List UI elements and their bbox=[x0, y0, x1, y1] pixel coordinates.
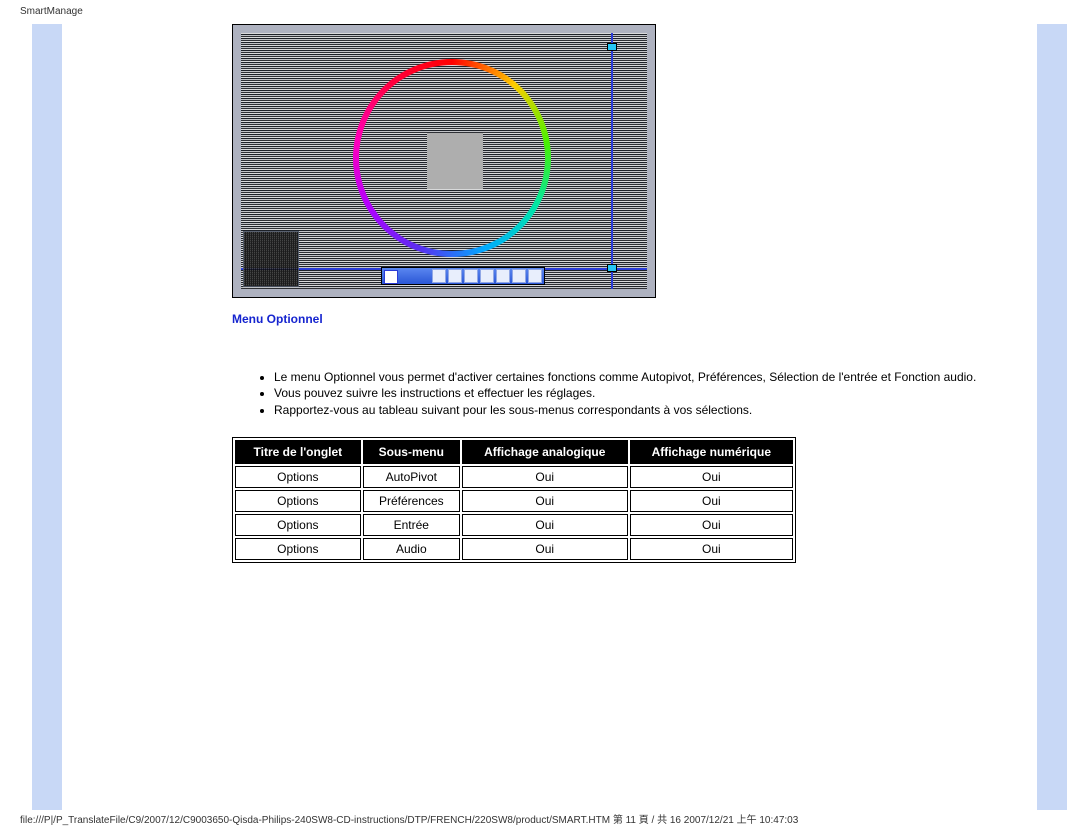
cell: Oui bbox=[630, 538, 793, 560]
cell: Oui bbox=[462, 538, 628, 560]
footer-path: file:///P|/P_TranslateFile/C9/2007/12/C9… bbox=[20, 811, 1066, 826]
table-row: Options AutoPivot Oui Oui bbox=[235, 466, 793, 488]
col-header: Affichage analogique bbox=[462, 440, 628, 464]
marker-bottom-icon bbox=[607, 264, 617, 272]
language-toolbar[interactable] bbox=[381, 267, 545, 285]
toolbar-icon[interactable] bbox=[448, 269, 462, 283]
note-item: Rapportez-vous au tableau suivant pour l… bbox=[274, 403, 982, 417]
cell: Oui bbox=[462, 514, 628, 536]
cell: Oui bbox=[630, 514, 793, 536]
page-title: SmartManage bbox=[20, 6, 83, 17]
left-margin-stripe bbox=[32, 24, 62, 810]
cell: Options bbox=[235, 514, 361, 536]
cell: Options bbox=[235, 466, 361, 488]
toolbar-icon[interactable] bbox=[464, 269, 478, 283]
toolbar-icon[interactable] bbox=[432, 269, 446, 283]
table-row: Options Préférences Oui Oui bbox=[235, 490, 793, 512]
table-header-row: Titre de l'onglet Sous-menu Affichage an… bbox=[235, 440, 793, 464]
cell: Options bbox=[235, 490, 361, 512]
toolbar-icon[interactable] bbox=[480, 269, 494, 283]
col-header: Titre de l'onglet bbox=[235, 440, 361, 464]
table-row: Options Audio Oui Oui bbox=[235, 538, 793, 560]
note-item: Vous pouvez suivre les instructions et e… bbox=[274, 386, 982, 400]
options-table: Titre de l'onglet Sous-menu Affichage an… bbox=[232, 437, 796, 563]
cell: Oui bbox=[630, 490, 793, 512]
thumbnail-preview bbox=[243, 231, 299, 287]
cell: Oui bbox=[630, 466, 793, 488]
cell: Options bbox=[235, 538, 361, 560]
cell: Oui bbox=[462, 490, 628, 512]
col-header: Sous-menu bbox=[363, 440, 460, 464]
table-row: Options Entrée Oui Oui bbox=[235, 514, 793, 536]
notes-list: Le menu Optionnel vous permet d'activer … bbox=[254, 370, 1002, 417]
cell: Audio bbox=[363, 538, 460, 560]
cell: Oui bbox=[462, 466, 628, 488]
cell: Entrée bbox=[363, 514, 460, 536]
toolbar-icon[interactable] bbox=[512, 269, 526, 283]
right-margin-stripe bbox=[1037, 24, 1067, 810]
content-area: Menu Optionnel Le menu Optionnel vous pe… bbox=[232, 24, 1002, 563]
col-header: Affichage numérique bbox=[630, 440, 793, 464]
cell: Préférences bbox=[363, 490, 460, 512]
section-title: Menu Optionnel bbox=[232, 312, 1002, 326]
center-gray-square bbox=[427, 133, 483, 189]
geometry-guide-vertical bbox=[611, 33, 613, 289]
note-item: Le menu Optionnel vous permet d'activer … bbox=[274, 370, 982, 384]
toolbar-icon[interactable] bbox=[528, 269, 542, 283]
marker-top-icon bbox=[607, 43, 617, 51]
example-screenshot bbox=[232, 24, 656, 298]
toolbar-icon[interactable] bbox=[496, 269, 510, 283]
cell: AutoPivot bbox=[363, 466, 460, 488]
